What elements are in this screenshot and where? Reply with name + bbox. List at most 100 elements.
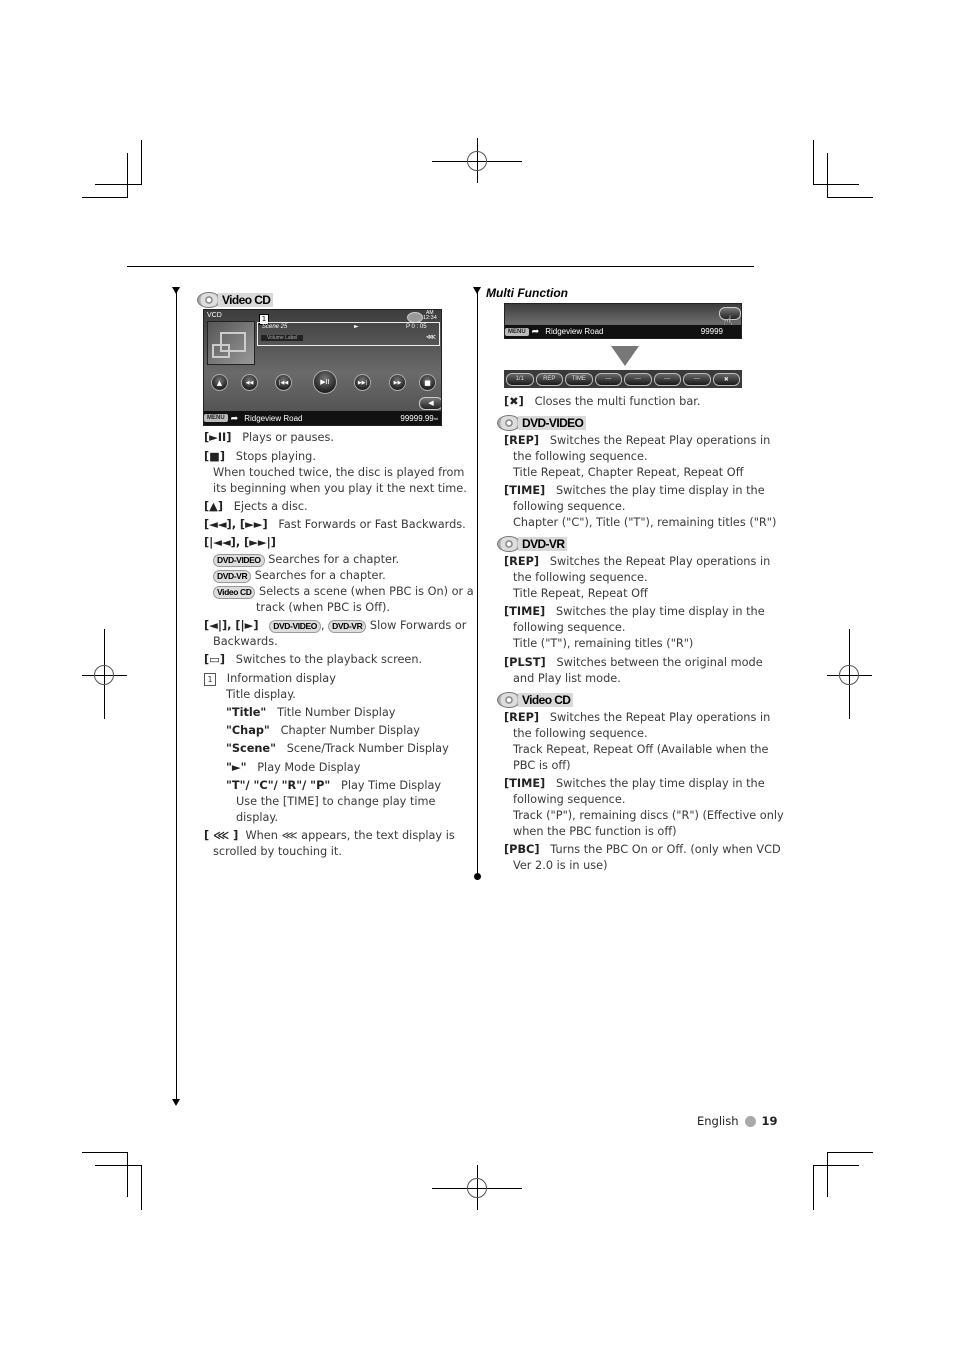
dvd-video-badge: DVD-VIDEO xyxy=(269,619,321,633)
blank-button[interactable]: — xyxy=(653,372,681,386)
multi-function-screen-before: ☝ MENU ➦ Ridgeview Road 99999 xyxy=(504,303,742,339)
section-heading-dvd-video: DVD-VIDEO xyxy=(497,414,587,432)
turn-arrow-icon: ➦ xyxy=(230,412,239,423)
list-item: following sequence. xyxy=(513,621,626,634)
next-chapter-button[interactable]: ▶▶| xyxy=(354,374,371,391)
list-item: DVD-VR Searches for a chapter. xyxy=(213,568,386,584)
list-item: "Title" Title Number Display xyxy=(226,706,396,719)
back-button[interactable]: ◀ xyxy=(419,397,441,410)
fast-forward-button[interactable]: ▶▶ xyxy=(389,374,406,391)
list-item: [■] Stops playing. xyxy=(204,450,316,463)
page-footer: English 19 xyxy=(697,1114,778,1128)
list-item: PBC is off) xyxy=(513,759,571,772)
vcd-playback-screen: VCD AM 12:34 1 Scene 25 ► P 0 : 05 Volum… xyxy=(203,309,442,426)
list-item: [▲] Ejects a disc. xyxy=(204,500,308,513)
list-item: [ ⋘ ] When ⋘ appears, the text display i… xyxy=(204,829,455,842)
list-item: "►" Play Mode Display xyxy=(226,761,361,774)
list-item: [REP] Switches the Repeat Play operation… xyxy=(504,434,771,447)
list-item: Chapter ("C"), Title ("T"), remaining ti… xyxy=(513,516,777,529)
list-item: Title Repeat, Repeat Off xyxy=(513,587,648,600)
list-item: following sequence. xyxy=(513,500,626,513)
down-arrow-icon xyxy=(611,346,639,366)
list-item: [▭] Switches to the playback screen. xyxy=(204,653,423,666)
play-time: P 0 : 05 xyxy=(406,324,427,330)
list-item: [PLST] Switches between the original mod… xyxy=(504,656,763,669)
volume-label: Volume Label xyxy=(261,335,304,341)
list-item: Use the [TIME] to change play time xyxy=(236,795,436,808)
turn-arrow-icon: ➦ xyxy=(531,326,540,336)
list-item: DVD-VIDEO Searches for a chapter. xyxy=(213,552,399,568)
list-item: [TIME] Switches the play time display in… xyxy=(504,777,765,790)
close-icon: [✖] xyxy=(504,395,524,408)
list-item: Ver 2.0 is in use) xyxy=(513,859,608,872)
fast-backward-button[interactable]: ◀◀ xyxy=(241,374,258,391)
blank-button[interactable]: — xyxy=(594,372,622,386)
close-button[interactable]: ✖ xyxy=(712,372,740,386)
header-rule xyxy=(127,266,754,267)
list-item: the following sequence. xyxy=(513,571,648,584)
road-name: Ridgeview Road xyxy=(545,327,604,336)
bullet-icon xyxy=(744,1115,756,1127)
list-item: and Play list mode. xyxy=(513,672,621,685)
list-item: [PBC] Turns the PBC On or Off. (only whe… xyxy=(504,843,781,856)
previous-chapter-button[interactable]: |◀◀ xyxy=(275,374,292,391)
page-number: 19 xyxy=(761,1114,778,1128)
list-item: Video CD Selects a scene (when PBC is On… xyxy=(213,584,474,600)
list-item: [►II] Plays or pauses. xyxy=(204,431,334,444)
section-heading-video-cd: Video CD xyxy=(497,691,574,709)
list-item: Title display. xyxy=(226,688,296,701)
list-item: [✖] Closes the multi function bar. xyxy=(504,395,701,408)
menu-button[interactable]: MENU xyxy=(204,414,228,422)
album-art xyxy=(207,321,255,365)
source-label: VCD xyxy=(207,312,222,319)
distance: 99999 xyxy=(700,327,723,336)
list-item: [REP] Switches the Repeat Play operation… xyxy=(504,711,771,724)
list-item: following sequence. xyxy=(513,793,626,806)
time-button[interactable]: TIME xyxy=(565,372,593,386)
road-name: Ridgeview Road xyxy=(244,413,303,423)
dvd-vr-badge: DVD-VR xyxy=(328,619,367,633)
list-item: "Chap" Chapter Number Display xyxy=(226,724,420,737)
distance: 99999.99 xyxy=(400,413,434,423)
list-item: display. xyxy=(236,811,279,824)
eject-button[interactable]: ▲ xyxy=(211,374,228,391)
play-pause-button[interactable]: ▶II xyxy=(313,370,337,394)
list-item: [|◄◄], [►►|] xyxy=(204,536,276,549)
dvd-vr-badge: DVD-VR xyxy=(213,569,252,583)
list-item: When touched twice, the disc is played f… xyxy=(213,466,465,479)
list-item: scrolled by touching it. xyxy=(213,845,342,858)
menu-button[interactable]: MENU xyxy=(505,327,529,336)
list-item: Title ("T"), remaining titles ("R") xyxy=(513,637,694,650)
list-item: "Scene" Scene/Track Number Display xyxy=(226,742,449,755)
page-button[interactable]: 1/1 xyxy=(506,372,534,386)
blank-button[interactable]: — xyxy=(624,372,652,386)
list-item: the following sequence. xyxy=(513,727,648,740)
section-heading-multi-function: Multi Function xyxy=(486,286,568,300)
list-item: track (when PBC is Off). xyxy=(256,601,390,614)
play-mode: ► xyxy=(354,323,359,330)
list-item: [REP] Switches the Repeat Play operation… xyxy=(504,555,771,568)
list-item: 1 Information display xyxy=(204,671,336,687)
list-item: "T"/ "C"/ "R"/ "P" Play Time Display xyxy=(226,779,442,792)
list-item: its beginning when you play it the next … xyxy=(213,482,467,495)
blank-button[interactable]: — xyxy=(683,372,711,386)
playback-screen-icon: [▭] xyxy=(204,653,225,666)
information-display[interactable]: Scene 25 ► P 0 : 05 Volume Label ⋘ xyxy=(257,322,440,346)
section-heading-video-cd: Video CD xyxy=(197,291,274,309)
rep-button[interactable]: REP xyxy=(535,372,563,386)
list-item: the following sequence. xyxy=(513,450,648,463)
scroll-icon[interactable]: ⋘ xyxy=(426,333,436,341)
list-item: [◄◄], [►►] Fast Forwards or Fast Backwar… xyxy=(204,518,466,531)
list-item: Backwards. xyxy=(213,635,278,648)
stop-button[interactable]: ■ xyxy=(419,374,436,391)
clock-time: 12:34 xyxy=(423,315,437,321)
list-item: [◄|], [|►] DVD-VIDEO, DVD-VR Slow Forwar… xyxy=(204,619,467,633)
scene-number: Scene 25 xyxy=(262,324,288,330)
multi-function-bar: 1/1 REP TIME — — — — ✖ xyxy=(504,370,742,388)
section-heading-dvd-vr: DVD-VR xyxy=(497,535,568,553)
dvd-video-badge: DVD-VIDEO xyxy=(213,553,265,567)
list-item: [TIME] Switches the play time display in… xyxy=(504,484,765,497)
distance-unit: mi xyxy=(433,415,438,421)
list-item: when the PBC function is off) xyxy=(513,825,677,838)
navigation-bar: MENU ➦ Ridgeview Road 99999 xyxy=(505,325,741,338)
